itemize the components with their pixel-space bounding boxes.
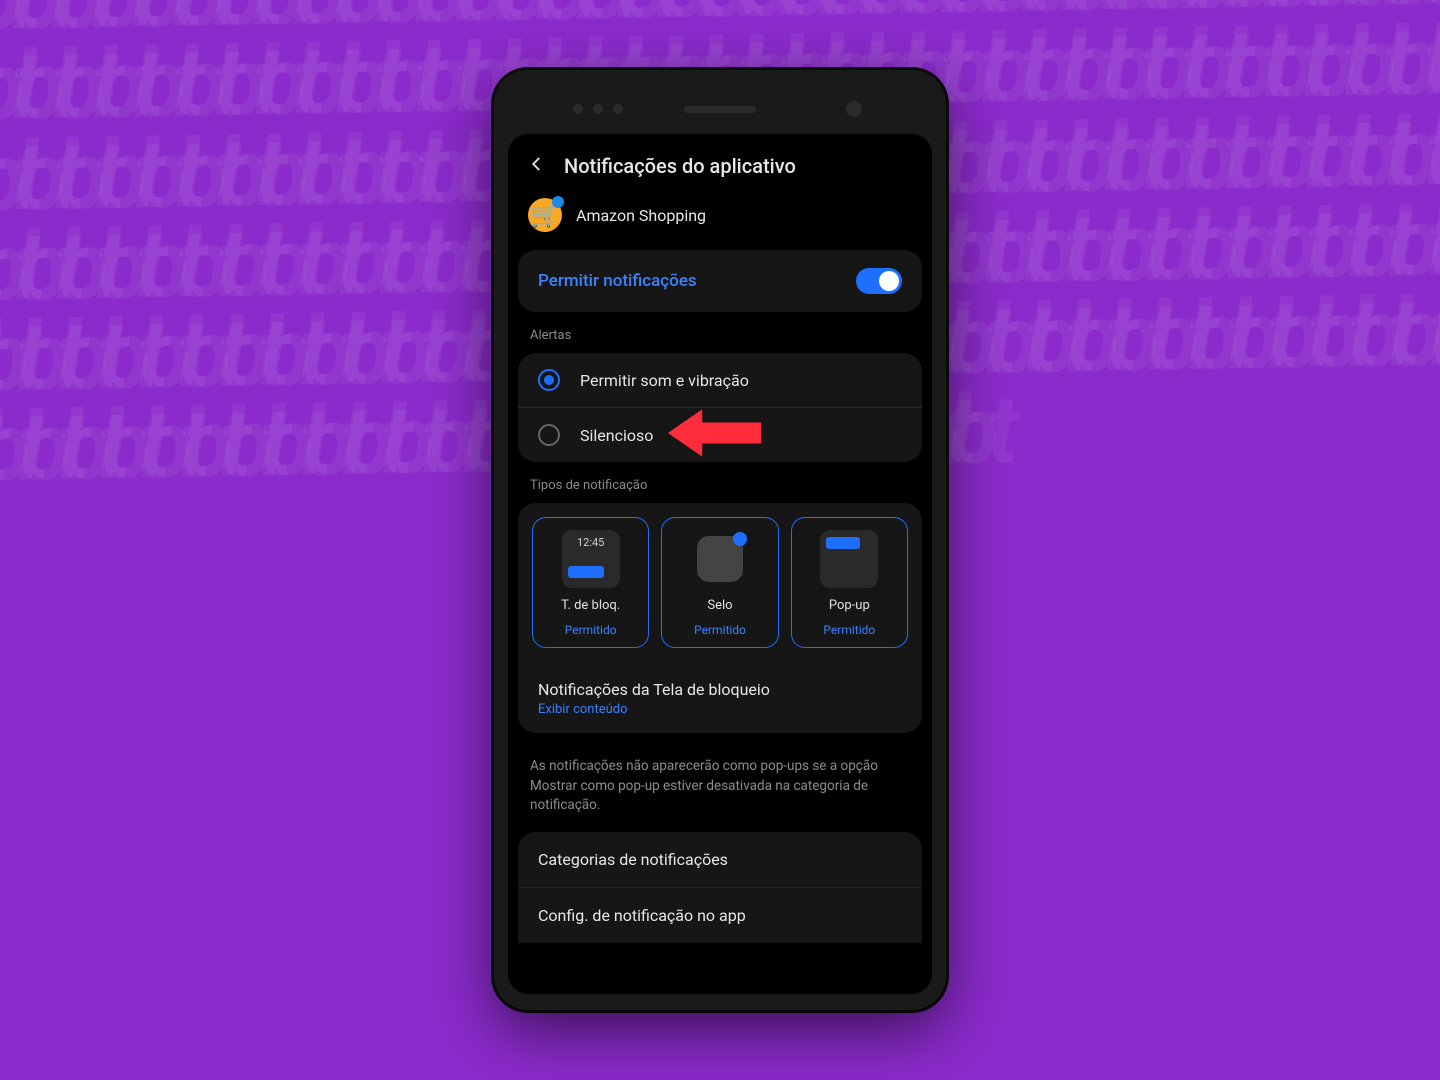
radio-unselected-icon [538,424,560,446]
page-title: Notificações do aplicativo [564,154,796,178]
phone-frame: Notificações do aplicativo 🛒 Amazon Shop… [494,70,946,1010]
lockscreen-notifications-subtitle: Exibir conteúdo [538,702,902,717]
alerts-section-label: Alertas [508,324,932,353]
app-row: 🛒 Amazon Shopping [508,194,932,250]
phone-screen: Notificações do aplicativo 🛒 Amazon Shop… [508,134,932,994]
allow-notifications-row[interactable]: Permitir notificações [518,250,922,312]
type-card-status: Permitido [694,623,746,637]
type-card-status: Permitido [565,623,617,637]
menu-in-app-config[interactable]: Config. de notificação no app [518,887,922,943]
alerts-panel: Permitir som e vibração Silencioso [518,353,922,462]
type-card-label: Pop-up [829,598,870,613]
types-panel: 12:45 T. de bloq. Permitido Selo Permiti… [518,503,922,733]
allow-notifications-label: Permitir notificações [538,271,697,291]
alert-option-silent[interactable]: Silencioso [518,408,922,462]
type-card-badge[interactable]: Selo Permitido [661,517,778,648]
types-section-label: Tipos de notificação [508,474,932,503]
type-card-lockscreen[interactable]: 12:45 T. de bloq. Permitido [532,517,649,648]
types-grid: 12:45 T. de bloq. Permitido Selo Permiti… [518,503,922,666]
annotation-arrow-icon [668,407,763,463]
app-name: Amazon Shopping [576,206,706,225]
help-text: As notificações não aparecerão como pop-… [508,745,932,832]
lockscreen-preview-icon: 12:45 [562,530,620,588]
app-icon: 🛒 [528,198,562,232]
type-card-popup[interactable]: Pop-up Permitido [791,517,908,648]
menu-notification-categories[interactable]: Categorias de notificações [518,832,922,887]
type-card-status: Permitido [823,623,875,637]
lockscreen-notifications-row[interactable]: Notificações da Tela de bloqueio Exibir … [518,666,922,733]
lockscreen-notifications-title: Notificações da Tela de bloqueio [538,680,902,699]
back-icon[interactable] [528,155,546,177]
popup-preview-icon [820,530,878,588]
phone-sensors [508,84,932,134]
alert-option-sound-vibration[interactable]: Permitir som e vibração [518,353,922,408]
type-card-label: Selo [707,598,732,613]
allow-notifications-toggle[interactable] [856,268,902,294]
permission-panel: Permitir notificações [518,250,922,312]
badge-preview-icon [691,530,749,588]
radio-selected-icon [538,369,560,391]
menu-panel: Categorias de notificações Config. de no… [518,832,922,943]
alert-option-label: Silencioso [580,426,653,445]
header: Notificações do aplicativo [508,134,932,194]
alert-option-label: Permitir som e vibração [580,371,749,390]
type-card-label: T. de bloq. [561,598,620,613]
